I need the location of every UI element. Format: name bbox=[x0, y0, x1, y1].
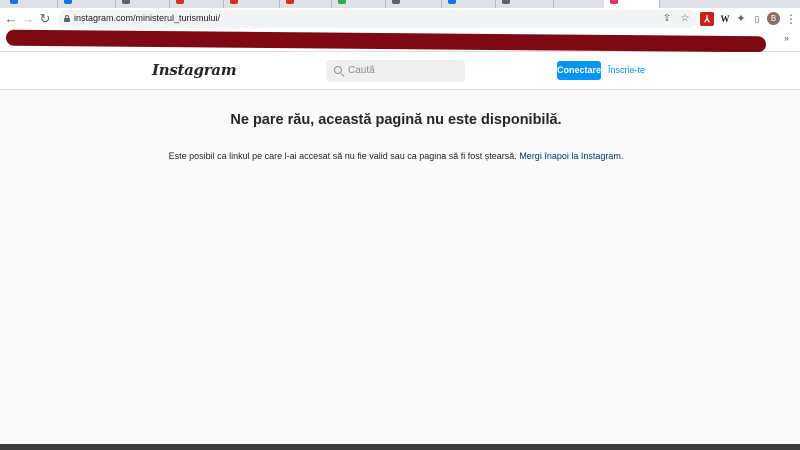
browser-tab[interactable] bbox=[280, 0, 332, 8]
page-title: Ne pare rău, această pagină nu este disp… bbox=[230, 112, 562, 128]
address-bar[interactable]: instagram.com/ministerul_turismului/ ⇪ ☆ bbox=[58, 10, 698, 28]
tab-favicon-icon bbox=[610, 0, 618, 4]
url-text[interactable]: instagram.com/ministerul_turismului/ bbox=[74, 13, 220, 23]
browser-tab[interactable] bbox=[386, 0, 442, 8]
side-panel-icon[interactable]: ▯ bbox=[750, 12, 764, 26]
forward-arrow-icon[interactable]: → bbox=[20, 11, 36, 27]
kebab-menu-icon[interactable]: ⋮ bbox=[785, 11, 797, 27]
error-message: Este posibil ca linkul pe care l-ai acce… bbox=[0, 151, 792, 161]
lock-icon[interactable] bbox=[64, 15, 70, 22]
tab-favicon-icon bbox=[392, 0, 400, 4]
tab-favicon-icon bbox=[64, 0, 72, 4]
bookmarks-bar: » bbox=[0, 29, 800, 53]
extensions-puzzle-icon[interactable]: ✦ bbox=[734, 12, 748, 26]
signup-link[interactable]: Înscrie-te bbox=[608, 65, 645, 75]
browser-tab[interactable] bbox=[116, 0, 170, 8]
tab-favicon-icon bbox=[122, 0, 130, 4]
browser-tab[interactable] bbox=[170, 0, 224, 8]
back-arrow-icon[interactable]: ← bbox=[3, 11, 19, 27]
instagram-header: Instagram Caută Conectare Înscrie-te bbox=[0, 52, 800, 90]
bookmarks-overflow-icon[interactable]: » bbox=[784, 33, 789, 43]
tab-strip bbox=[0, 0, 800, 8]
browser-tab[interactable] bbox=[332, 0, 386, 8]
w-extension-icon[interactable]: W bbox=[718, 12, 732, 26]
browser-tab[interactable] bbox=[496, 0, 554, 8]
browser-toolbar: ← → ↻ instagram.com/ministerul_turismulu… bbox=[0, 8, 800, 30]
tab-favicon-icon bbox=[230, 0, 238, 4]
back-to-instagram-link[interactable]: Mergi înapoi la Instagram. bbox=[519, 151, 623, 161]
share-icon[interactable]: ⇪ bbox=[660, 12, 674, 26]
tab-favicon-icon bbox=[338, 0, 346, 4]
error-message-text: Este posibil ca linkul pe care l-ai acce… bbox=[168, 151, 517, 161]
browser-tab[interactable] bbox=[58, 0, 116, 8]
bookmark-star-icon[interactable]: ☆ bbox=[678, 12, 692, 26]
browser-tab[interactable] bbox=[0, 0, 58, 8]
redaction-scribble bbox=[6, 29, 766, 53]
tab-favicon-icon bbox=[286, 0, 294, 4]
browser-tab[interactable] bbox=[442, 0, 496, 8]
tab-favicon-icon bbox=[502, 0, 510, 4]
search-icon bbox=[334, 66, 342, 74]
instagram-logo[interactable]: Instagram bbox=[152, 61, 237, 79]
main-content: Ne pare rău, această pagină nu este disp… bbox=[0, 90, 800, 444]
tab-favicon-icon bbox=[10, 0, 18, 4]
profile-avatar[interactable]: B bbox=[767, 12, 780, 25]
pdf-extension-icon[interactable]: ⅄ bbox=[700, 12, 714, 26]
tab-favicon-icon bbox=[448, 0, 456, 4]
search-input[interactable]: Caută bbox=[326, 60, 465, 82]
reload-icon[interactable]: ↻ bbox=[37, 11, 53, 27]
browser-tab[interactable] bbox=[224, 0, 280, 8]
search-placeholder: Caută bbox=[348, 65, 375, 76]
browser-tab-active[interactable] bbox=[604, 0, 660, 8]
login-button[interactable]: Conectare bbox=[557, 61, 601, 80]
taskbar-edge bbox=[0, 444, 800, 450]
new-tab-area[interactable] bbox=[662, 0, 800, 8]
tab-favicon-icon bbox=[176, 0, 184, 4]
